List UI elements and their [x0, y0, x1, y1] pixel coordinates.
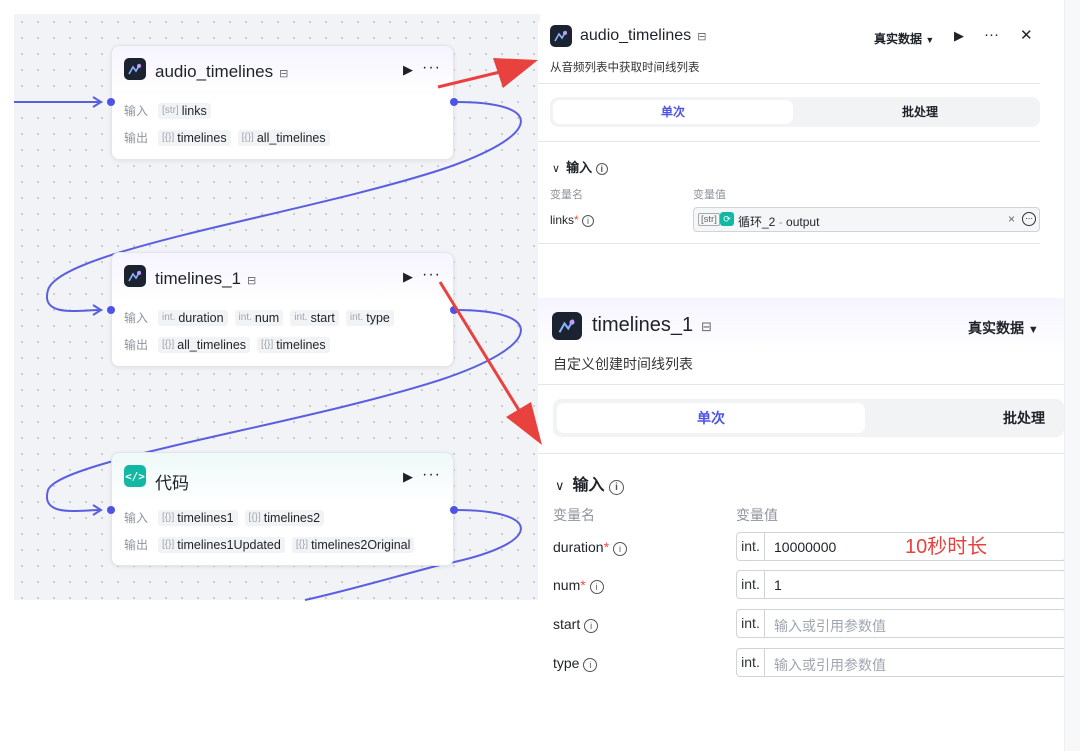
annotation-arrowhead-audio	[493, 58, 538, 88]
annotation-arrow-timelines	[438, 281, 522, 413]
annotation-arrow-audio	[437, 70, 501, 89]
annotation-arrows	[437, 58, 542, 445]
annotation-arrowhead-timelines	[506, 402, 542, 445]
